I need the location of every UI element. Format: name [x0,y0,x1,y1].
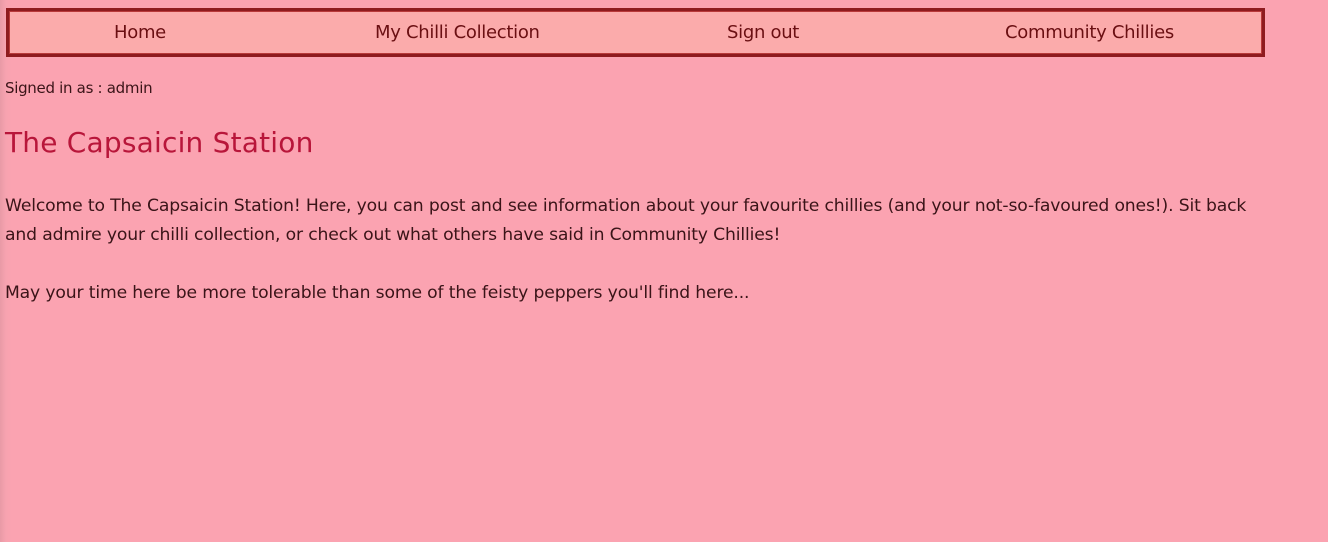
nav-community-chillies-link[interactable]: Community Chillies [1005,11,1174,54]
nav-home-link[interactable]: Home [114,11,166,54]
signed-in-status: Signed in as : admin [5,79,153,97]
main-navbar: Home My Chilli Collection Sign out Commu… [6,8,1265,57]
page-title: The Capsaicin Station [5,126,314,159]
closing-paragraph: May your time here be more tolerable tha… [5,283,750,303]
intro-paragraph: Welcome to The Capsaicin Station! Here, … [5,196,1247,245]
nav-my-chilli-collection-link[interactable]: My Chilli Collection [375,11,540,54]
nav-sign-out-link[interactable]: Sign out [727,11,799,54]
